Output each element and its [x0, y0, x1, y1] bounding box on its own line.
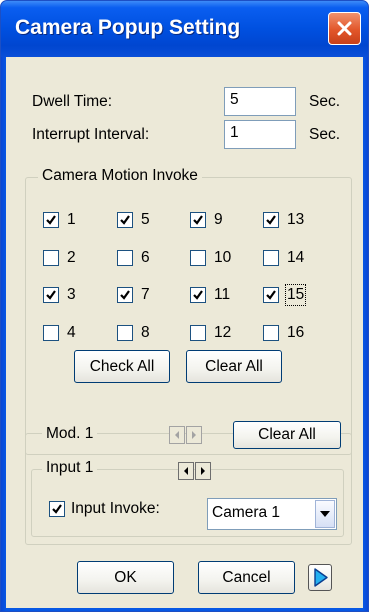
checkmark-icon	[52, 504, 62, 514]
dwell-time-input[interactable]: 5	[224, 87, 296, 116]
checkmark-icon	[193, 290, 203, 300]
camera-checkbox-2[interactable]	[43, 250, 59, 266]
camera-label-5: 5	[141, 211, 150, 228]
motion-clear-all-button[interactable]: Clear All	[186, 350, 282, 383]
ok-button[interactable]: OK	[77, 561, 174, 594]
camera-checkbox-13[interactable]	[263, 212, 279, 228]
interrupt-interval-unit: Sec.	[309, 126, 341, 143]
input-invoke-label: Input Invoke:	[71, 500, 160, 517]
mod-next-button[interactable]	[186, 426, 202, 444]
checkmark-icon	[46, 290, 56, 300]
camera-label-12: 12	[214, 324, 232, 341]
dwell-time-unit: Sec.	[309, 93, 341, 110]
checkmark-icon	[120, 290, 130, 300]
checkmark-icon	[193, 215, 203, 225]
dialog-client: Dwell Time: 5 Sec. Interrupt Interval: 1…	[6, 57, 363, 608]
camera-label-7: 7	[141, 286, 150, 303]
window-title: Camera Popup Setting	[15, 16, 241, 39]
arrow-right-icon	[192, 431, 196, 439]
input-title: Input 1	[42, 459, 98, 477]
camera-checkbox-1[interactable]	[43, 212, 59, 228]
camera-checkbox-6[interactable]	[117, 250, 133, 266]
camera-checkbox-5[interactable]	[117, 212, 133, 228]
mod-title: Mod. 1	[42, 425, 98, 443]
camera-motion-title: Camera Motion Invoke	[38, 167, 202, 185]
cancel-button[interactable]: Cancel	[198, 561, 295, 594]
camera-checkbox-4[interactable]	[43, 325, 59, 341]
mod-clear-all-button[interactable]: Clear All	[233, 421, 341, 449]
camera-label-1: 1	[67, 211, 76, 228]
title-bar[interactable]: Camera Popup Setting	[1, 1, 368, 57]
arrow-left-icon	[175, 431, 179, 439]
arrow-right-icon	[201, 467, 205, 475]
camera-label-11: 11	[214, 286, 231, 303]
arrow-right-icon	[314, 568, 328, 587]
camera-checkbox-8[interactable]	[117, 325, 133, 341]
camera-checkbox-3[interactable]	[43, 287, 59, 303]
dwell-time-label: Dwell Time:	[32, 93, 113, 110]
close-icon	[337, 21, 352, 36]
expand-button[interactable]	[308, 564, 332, 591]
camera-label-4: 4	[67, 324, 76, 341]
input-next-button[interactable]	[195, 462, 211, 480]
mod-prev-button[interactable]	[169, 426, 185, 444]
camera-select-value: Camera 1	[212, 504, 281, 521]
camera-checkbox-10[interactable]	[190, 250, 206, 266]
camera-label-2: 2	[67, 249, 76, 266]
arrow-left-icon	[184, 467, 188, 475]
checkmark-icon	[120, 215, 130, 225]
checkmark-icon	[266, 215, 276, 225]
dialog-window: Camera Popup Setting Dwell Time: 5 Sec. …	[0, 0, 369, 612]
camera-label-9: 9	[214, 211, 223, 228]
camera-label-13: 13	[287, 211, 305, 228]
checkmark-icon	[46, 215, 56, 225]
camera-label-15: 15	[284, 284, 307, 306]
dropdown-button[interactable]	[315, 500, 335, 528]
input-invoke-checkbox[interactable]	[49, 501, 65, 517]
camera-label-16: 16	[287, 324, 305, 341]
camera-select[interactable]: Camera 1	[207, 498, 337, 530]
camera-checkbox-11[interactable]	[190, 287, 206, 303]
camera-checkbox-12[interactable]	[190, 325, 206, 341]
camera-checkbox-15[interactable]	[263, 287, 279, 303]
camera-label-10: 10	[214, 249, 232, 266]
camera-checkbox-14[interactable]	[263, 250, 279, 266]
camera-label-8: 8	[141, 324, 150, 341]
camera-checkbox-7[interactable]	[117, 287, 133, 303]
camera-label-14: 14	[287, 249, 305, 266]
close-button[interactable]	[328, 12, 361, 45]
camera-checkbox-9[interactable]	[190, 212, 206, 228]
camera-label-6: 6	[141, 249, 150, 266]
chevron-down-icon	[320, 511, 330, 517]
checkmark-icon	[266, 290, 276, 300]
camera-checkbox-16[interactable]	[263, 325, 279, 341]
interrupt-interval-label: Interrupt Interval:	[32, 126, 150, 143]
check-all-button[interactable]: Check All	[74, 350, 170, 383]
interrupt-interval-input[interactable]: 1	[224, 120, 296, 149]
input-prev-button[interactable]	[178, 462, 194, 480]
camera-label-3: 3	[67, 286, 76, 303]
